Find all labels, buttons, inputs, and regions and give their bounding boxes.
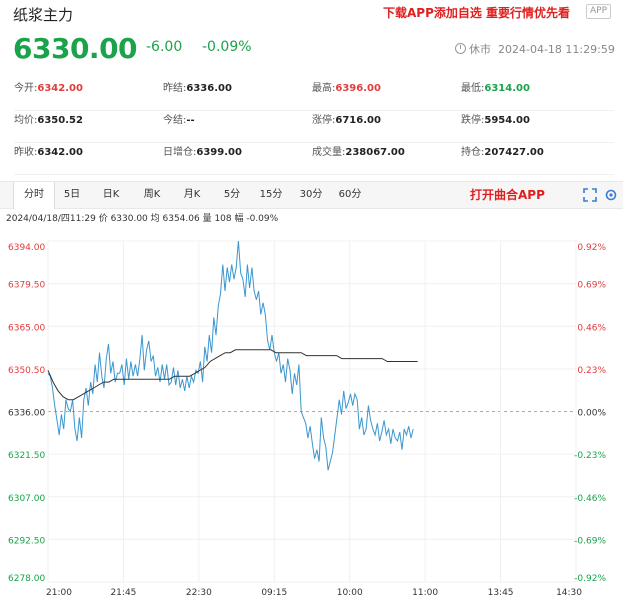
pct-tick-label: 0.92%	[577, 243, 606, 253]
x-tick-label: 14:30	[556, 588, 582, 598]
price-line	[47, 240, 414, 471]
average-line	[47, 349, 418, 401]
pct-tick-label: -0.23%	[574, 451, 606, 461]
y-tick-label: 6336.00	[8, 409, 45, 419]
y-tick-label: 6292.50	[8, 536, 45, 546]
chart-grid	[47, 240, 577, 583]
pct-tick-label: -0.92%	[574, 574, 606, 584]
x-tick-label: 09:15	[261, 588, 287, 598]
pct-tick-label: -0.69%	[574, 536, 606, 546]
x-tick-label: 22:30	[186, 588, 212, 598]
chart-labels: 6394.00 0.92% 6379.50 0.69% 6365.00 0.46% 6350…	[8, 243, 606, 598]
y-tick-label: 6321.50	[8, 451, 45, 461]
pct-tick-label: 0.00%	[577, 409, 606, 419]
y-tick-label: 6278.00	[8, 574, 45, 584]
pct-tick-label: 0.46%	[577, 323, 606, 333]
y-tick-label: 6394.00	[8, 243, 45, 253]
x-tick-label: 13:45	[488, 588, 514, 598]
y-tick-label: 6350.50	[8, 366, 45, 376]
x-tick-label: 21:00	[46, 588, 72, 598]
chart-lines	[47, 240, 418, 471]
x-tick-label: 11:00	[412, 588, 438, 598]
x-tick-label: 10:00	[337, 588, 363, 598]
pct-tick-label: 0.23%	[577, 366, 606, 376]
pct-tick-label: -0.46%	[574, 494, 606, 504]
x-tick-label: 21:45	[110, 588, 136, 598]
y-tick-label: 6365.00	[8, 323, 45, 333]
y-tick-label: 6379.50	[8, 281, 45, 291]
y-tick-label: 6307.00	[8, 494, 45, 504]
timeshare-chart: 6394.00 0.92% 6379.50 0.69% 6365.00 0.46% 6350…	[8, 240, 606, 598]
pct-tick-label: 0.69%	[577, 281, 606, 291]
